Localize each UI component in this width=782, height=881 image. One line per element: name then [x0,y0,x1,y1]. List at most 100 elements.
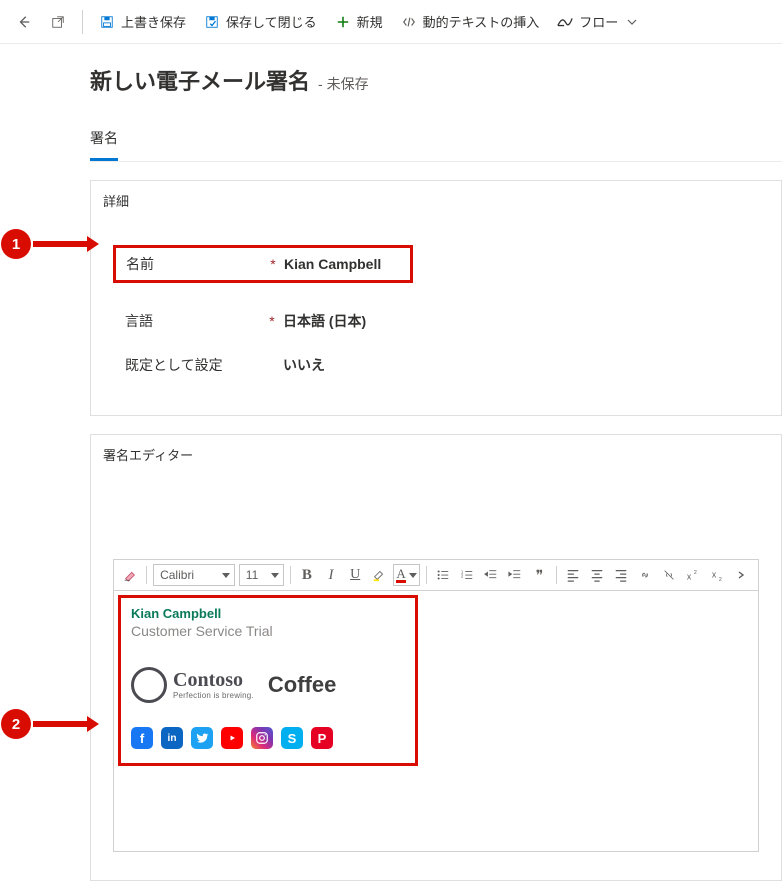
editor-body[interactable]: Kian Campbell Customer Service Trial Con… [114,591,758,851]
align-left-button[interactable] [563,564,583,586]
name-label: 名前 [126,254,266,274]
italic-button[interactable]: I [321,564,341,586]
logo-text: Contoso [173,670,254,690]
social-icons-row: f in S P [131,727,405,749]
save-close-button[interactable]: 保存して閉じる [196,6,325,37]
name-value[interactable]: Kian Campbell [280,256,381,272]
svg-text:2: 2 [461,574,464,579]
new-button[interactable]: 新規 [327,6,391,37]
svg-text:2: 2 [694,570,697,576]
signature-editor-header: 署名エディター [91,435,781,475]
save-icon [99,14,115,30]
required-mark: * [265,313,279,329]
number-list-button[interactable]: 12 [457,564,477,586]
logo-circle-icon [131,667,167,703]
outdent-button[interactable] [481,564,501,586]
font-color-button[interactable]: A [393,564,419,586]
underline-button[interactable]: U [345,564,365,586]
unlink-button[interactable] [659,564,679,586]
align-center-button[interactable] [587,564,607,586]
details-section: 詳細 1 名前 * Kian Campbell 言語 * 日本語 (日本) 既定… [90,180,782,416]
chevron-down-icon [222,573,230,578]
bullet-list-button[interactable] [433,564,453,586]
page-subtitle: - 未保存 [318,74,369,94]
chevron-down-icon [409,573,417,578]
flow-button[interactable]: フロー [549,6,648,37]
more-toolbar-button[interactable] [732,564,752,586]
linkedin-icon[interactable]: in [161,727,183,749]
font-color-letter: A [396,568,405,583]
highlight-button[interactable] [369,564,389,586]
open-external-button[interactable] [42,8,74,36]
toolbar-sep [556,566,557,584]
svg-text:x: x [712,570,717,580]
new-label: 新規 [357,12,383,31]
pinterest-icon[interactable]: P [311,727,333,749]
open-external-icon [50,14,66,30]
tab-strip: 署名 [90,120,782,162]
details-header: 詳細 [91,181,781,221]
signature-preview-highlight: Kian Campbell Customer Service Trial Con… [118,595,418,766]
twitter-icon[interactable] [191,727,213,749]
facebook-icon[interactable]: f [131,727,153,749]
superscript-button[interactable]: x2 [683,564,703,586]
logo-tagline: Perfection is brewing. [173,692,254,700]
flow-icon [557,14,573,30]
youtube-icon[interactable] [221,727,243,749]
subscript-button[interactable]: x2 [708,564,728,586]
svg-text:2: 2 [719,577,722,582]
chevron-down-icon [271,573,279,578]
language-label: 言語 [125,311,265,331]
font-size-value: 11 [246,568,258,582]
dynamic-text-label: 動的テキストの挿入 [423,12,540,31]
contoso-logo: Contoso Perfection is brewing. [131,667,254,703]
save-close-label: 保存して閉じる [226,12,317,31]
coffee-text: Coffee [268,672,336,698]
plus-icon [335,14,351,30]
insert-dynamic-text-button[interactable]: 動的テキストの挿入 [393,6,548,37]
save-close-icon [204,14,220,30]
sig-name: Kian Campbell [131,606,405,621]
page-header: 新しい電子メール署名 - 未保存 [90,64,782,104]
page-content: 新しい電子メール署名 - 未保存 署名 詳細 1 名前 * Kian Campb… [0,44,782,881]
default-value[interactable]: いいえ [279,355,325,375]
flow-label: フロー [579,12,618,31]
save-button[interactable]: 上書き保存 [91,6,194,37]
indent-button[interactable] [505,564,525,586]
sig-logo-row: Contoso Perfection is brewing. Coffee [131,667,405,703]
arrow-left-icon [16,14,32,30]
skype-icon[interactable]: S [281,727,303,749]
callout-badge-1: 1 [1,229,31,259]
page-title: 新しい電子メール署名 [90,64,310,96]
default-label: 既定として設定 [125,355,265,375]
required-spacer [265,357,279,373]
toolbar-sep [290,566,291,584]
back-button[interactable] [8,8,40,36]
required-mark: * [266,256,280,272]
command-bar: 上書き保存 保存して閉じる 新規 動的テキストの挿入 フロー [0,0,782,44]
blockquote-button[interactable]: ❞ [529,564,549,586]
instagram-icon[interactable] [251,727,273,749]
bold-button[interactable]: B [297,564,317,586]
font-size-select[interactable]: 11 [239,564,284,586]
save-label: 上書き保存 [121,12,186,31]
code-icon [401,14,417,30]
callout-badge-2: 2 [1,709,31,739]
font-family-select[interactable]: Calibri [153,564,235,586]
name-field-highlight: 名前 * Kian Campbell [113,245,413,283]
callout-arrow-2 [33,721,89,727]
editor-toolbar: Calibri 11 B I U A [114,560,758,591]
align-right-button[interactable] [611,564,631,586]
font-family-value: Calibri [160,568,194,582]
svg-text:x: x [687,571,692,581]
divider [82,10,83,34]
rich-text-editor: Calibri 11 B I U A [113,559,759,852]
tab-signature[interactable]: 署名 [90,120,118,161]
chevron-down-icon [624,14,640,30]
clear-format-button[interactable] [120,564,140,586]
link-button[interactable] [635,564,655,586]
toolbar-sep [146,566,147,584]
toolbar-sep [426,566,427,584]
callout-arrow-1 [33,241,89,247]
language-value[interactable]: 日本語 (日本) [279,311,366,331]
